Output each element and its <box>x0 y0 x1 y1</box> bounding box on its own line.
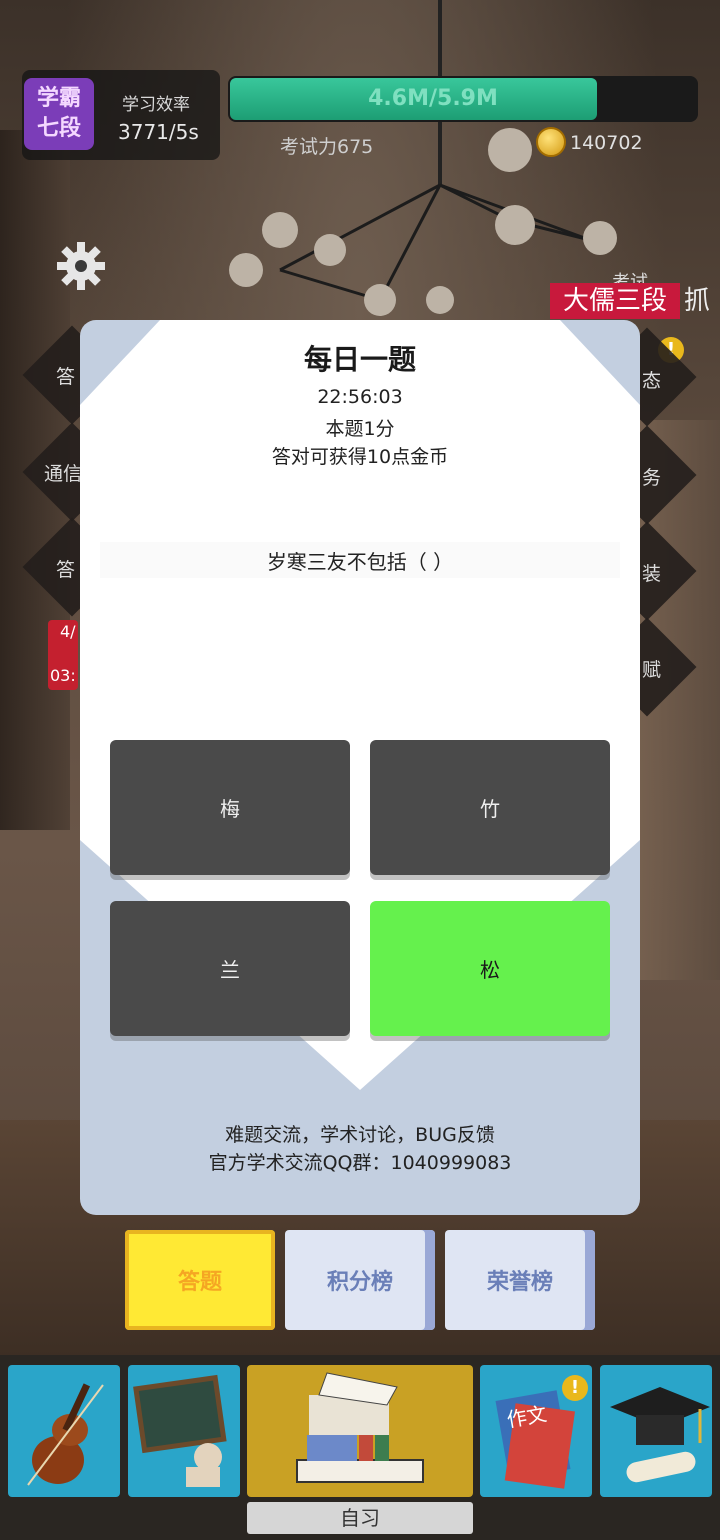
rank-panel[interactable]: 学霸七段 学习效率 3771/5s <box>22 70 220 160</box>
event-card-top: 4/ <box>60 622 76 641</box>
qq-group-text[interactable]: 官方学术交流QQ群：1040999083 <box>80 1148 640 1175</box>
rank-badge: 学霸七段 <box>24 78 94 150</box>
gear-icon[interactable] <box>55 240 107 292</box>
countdown-timer: 22:56:03 <box>317 386 403 408</box>
exam-power: 考试力675 <box>280 136 374 158</box>
nav-essay[interactable]: 作文 ! <box>480 1365 592 1497</box>
violin-icon <box>27 1383 104 1486</box>
side-tab-left-3-label: 答 <box>56 559 76 581</box>
nav-chalkboard[interactable] <box>128 1365 240 1497</box>
side-tab-right-4-label: 赋 <box>642 659 662 681</box>
event-card[interactable]: 4/ 03: <box>48 620 78 690</box>
option-3-button[interactable]: 兰 <box>110 901 350 1036</box>
option-1-button[interactable]: 梅 <box>110 740 350 875</box>
side-tab-right-1-label: 态 <box>642 370 662 392</box>
book-stack-icon <box>296 1372 424 1483</box>
study-progress-bar: 4.6M/5.9M <box>228 76 698 122</box>
nav-violin[interactable] <box>8 1365 120 1497</box>
tab-answer[interactable]: 答题 <box>125 1230 275 1330</box>
event-card-bottom: 03: <box>50 666 76 685</box>
side-tab-left-2-label: 通信 <box>44 463 83 485</box>
efficiency-value: 3771/5s <box>118 120 199 144</box>
side-tab-right-3-label: 装 <box>642 563 662 585</box>
side-tab-left-1-label: 答 <box>56 366 76 388</box>
reward-text: 答对可获得10点金币 <box>271 446 449 468</box>
progress-text: 4.6M/5.9M <box>368 86 498 111</box>
title-banner: 大儒三段 <box>550 283 680 319</box>
tab-honor-ranking[interactable]: 荣誉榜 <box>445 1230 595 1330</box>
grab-label: 抓 <box>684 286 711 316</box>
tab-score-ranking[interactable]: 积分榜 <box>285 1230 435 1330</box>
option-4-button-correct[interactable]: 松 <box>370 901 610 1036</box>
nav-self-study[interactable] <box>247 1365 473 1497</box>
nav-graduation[interactable] <box>600 1365 712 1497</box>
community-text: 难题交流，学术讨论，BUG反馈 <box>225 1124 495 1146</box>
chandelier-decoration <box>229 0 617 316</box>
essay-alert-icon: ! <box>562 1375 588 1401</box>
graduation-cap-icon <box>610 1387 710 1483</box>
efficiency-label: 学习效率 <box>122 95 190 115</box>
chalkboard-icon <box>133 1374 227 1487</box>
question-points: 本题1分 <box>325 418 395 440</box>
dialog-title: 每日一题 <box>303 343 416 376</box>
self-study-label: 自习 <box>247 1502 473 1534</box>
coin-icon <box>536 127 566 157</box>
coin-count: 140702 <box>570 132 643 154</box>
option-2-button[interactable]: 竹 <box>370 740 610 875</box>
daily-question-dialog: 每日一题 22:56:03 本题1分 答对可获得10点金币 岁寒三友不包括（ ）… <box>80 320 640 1215</box>
side-tab-right-2-label: 务 <box>642 467 662 489</box>
question-text: 岁寒三友不包括（ ） <box>266 550 454 574</box>
